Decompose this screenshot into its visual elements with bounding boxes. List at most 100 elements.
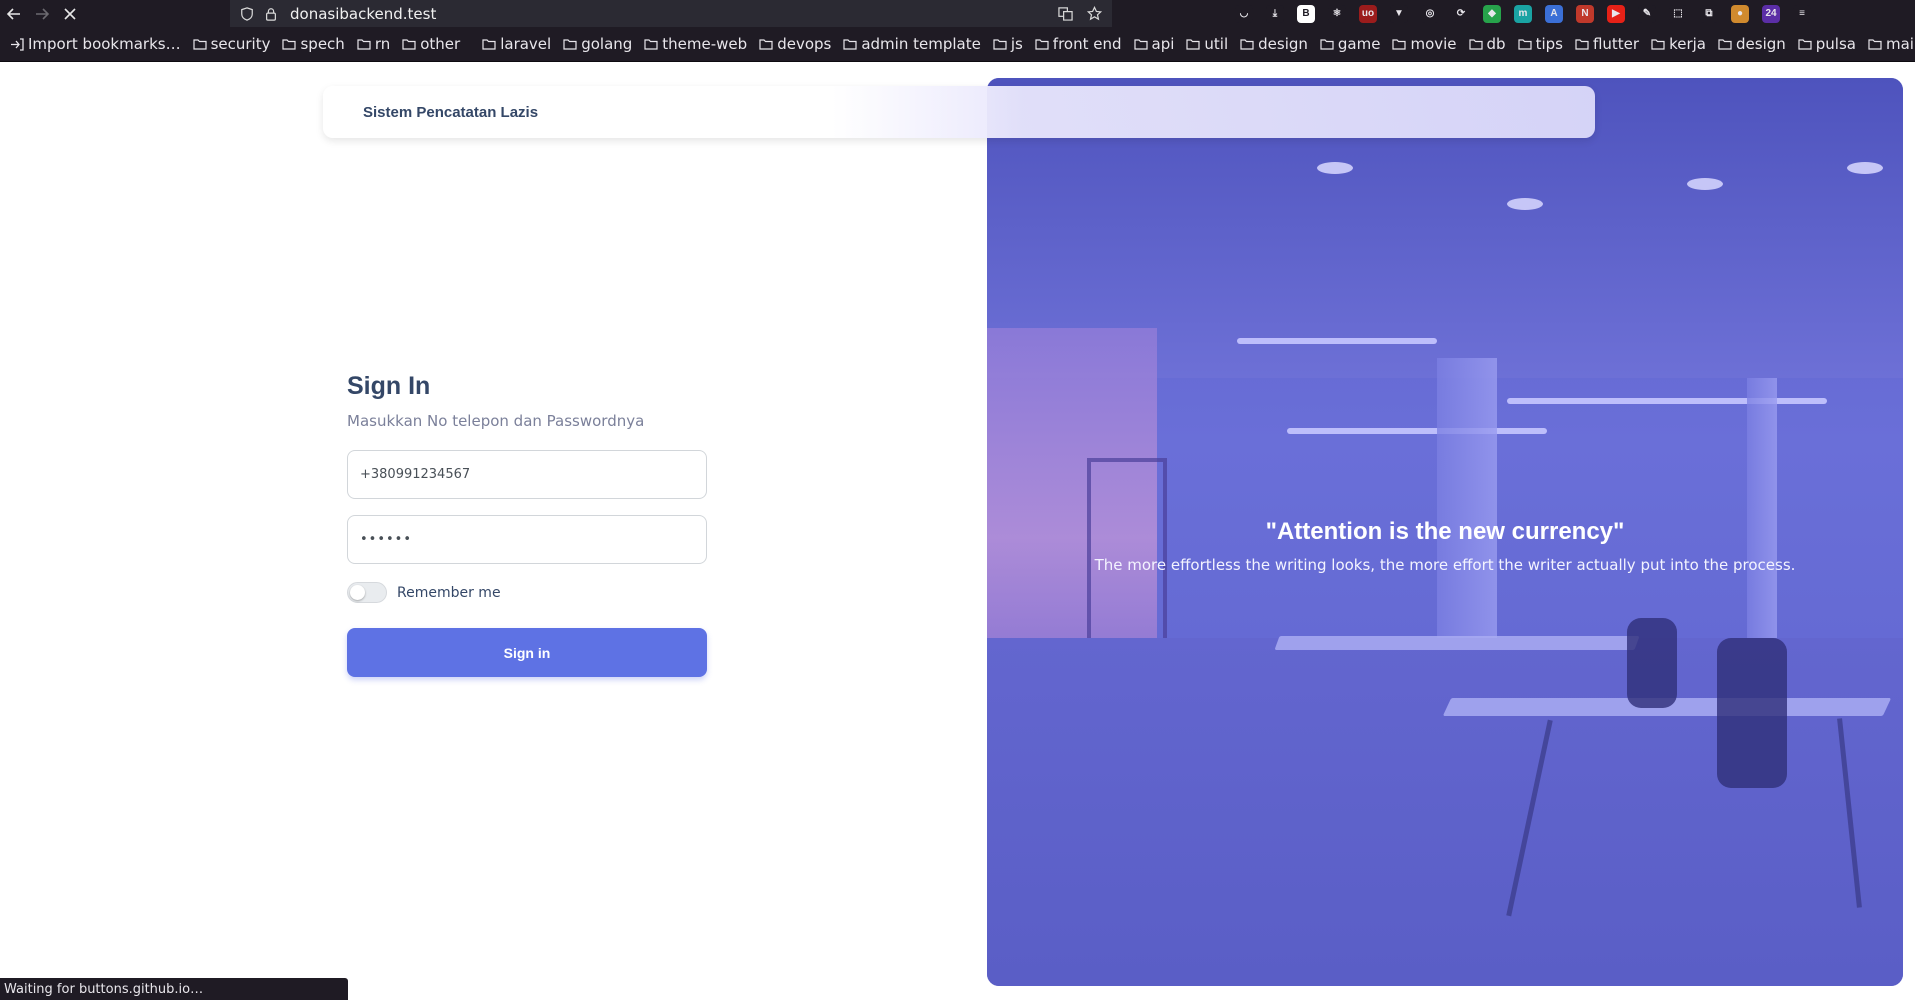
bookmark-item[interactable]: front end — [1035, 35, 1122, 53]
bookmark-item[interactable]: kerja — [1651, 35, 1706, 53]
password-input[interactable] — [347, 515, 707, 564]
forward-button[interactable] — [28, 0, 56, 27]
bookmark-label: flutter — [1592, 35, 1640, 53]
phone-input[interactable] — [347, 450, 707, 499]
ceiling-light — [1507, 398, 1827, 404]
remember-me-toggle[interactable] — [347, 582, 387, 603]
folder-icon — [1575, 38, 1589, 50]
github-icon[interactable]: ◎ — [1421, 4, 1439, 23]
star-icon[interactable] — [1087, 6, 1102, 21]
folder-icon — [1718, 38, 1732, 50]
stop-loading-button[interactable] — [56, 0, 84, 27]
bookmark-item[interactable]: util — [1186, 35, 1228, 53]
folder-icon — [993, 38, 1007, 50]
bookmark-item[interactable]: mail server — [1868, 35, 1915, 53]
bookmark-item[interactable]: api — [1133, 35, 1175, 53]
download-icon[interactable]: ⤓ — [1266, 4, 1284, 23]
remember-me-label[interactable]: Remember me — [397, 585, 501, 601]
color-picker-icon[interactable]: ◆ — [1483, 4, 1501, 23]
cookie-icon[interactable]: ● — [1731, 4, 1749, 23]
brand-title[interactable]: Sistem Pencatatan Lazis — [363, 104, 538, 121]
extensions-bar: ◡ ⤓ B ⚛ uo ▼ ◎ ⟳ ◆ m A N ▶ ✎ ⬚ ⧉ ● 24 ≡ — [1235, 0, 1811, 27]
screenshot-icon[interactable]: ⬚ — [1669, 4, 1687, 23]
sign-in-form: Sign In Masukkan No telepon dan Password… — [347, 372, 707, 677]
bookmark-item[interactable]: db — [1468, 35, 1506, 53]
bookmark-label: kerja — [1669, 35, 1707, 53]
youtube-icon[interactable]: ▶ — [1607, 4, 1625, 23]
bookmark-item[interactable]: spech — [282, 35, 345, 53]
menu-icon[interactable]: ≡ — [1793, 4, 1811, 23]
bookmark-item[interactable]: golang — [563, 35, 632, 53]
bookmark-label: rn — [374, 35, 391, 53]
folder-icon — [1320, 38, 1334, 50]
bookmark-label: devops — [777, 35, 832, 53]
bookmark-item[interactable]: laravel — [482, 35, 551, 53]
bookmark-label: laravel — [500, 35, 552, 53]
bookmark-item[interactable]: movie — [1392, 35, 1457, 53]
sync-icon[interactable]: ⟳ — [1452, 4, 1470, 23]
bookmark-item[interactable]: pulsa — [1798, 35, 1856, 53]
pocket-icon[interactable]: ◡ — [1235, 4, 1253, 23]
b-extension-icon[interactable]: B — [1297, 4, 1315, 23]
bookmark-item[interactable]: theme-web — [644, 35, 747, 53]
translate-icon[interactable] — [1058, 6, 1073, 21]
ublock-icon[interactable]: uo — [1359, 4, 1377, 23]
bookmark-item[interactable]: game — [1320, 35, 1380, 53]
ceiling-light — [1287, 428, 1547, 434]
bookmark-item[interactable]: js — [993, 35, 1023, 53]
shield-icon[interactable] — [240, 6, 254, 21]
folder-icon — [282, 38, 297, 50]
bookmark-item[interactable]: other — [402, 35, 460, 53]
folder-icon — [1798, 38, 1812, 50]
status-bar: Waiting for buttons.github.io… — [0, 978, 348, 1000]
vue-devtools-icon[interactable]: ▼ — [1390, 4, 1408, 23]
bookmark-label: util — [1204, 35, 1229, 53]
address-bar[interactable]: donasibackend.test — [230, 0, 1112, 27]
m-extension-icon[interactable]: m — [1514, 4, 1532, 23]
folder-icon — [843, 38, 857, 50]
pen-icon[interactable]: ✎ — [1638, 4, 1656, 23]
toggle-knob — [350, 585, 365, 600]
bookmark-item[interactable]: tips — [1517, 35, 1563, 53]
new-badge-icon[interactable]: N — [1576, 4, 1594, 23]
bookmark-item[interactable]: rn — [357, 35, 390, 53]
folder-icon — [1035, 38, 1049, 50]
bookmark-item[interactable]: admin template — [843, 35, 981, 53]
ceiling-lamp — [1847, 162, 1883, 174]
react-devtools-icon[interactable]: ⚛ — [1328, 4, 1346, 23]
hero-desk — [1274, 636, 1640, 650]
back-button[interactable] — [0, 0, 28, 27]
bookmark-label: mail server — [1885, 35, 1915, 53]
import-icon — [11, 37, 24, 51]
folder-icon — [192, 38, 207, 50]
browser-toolbar: donasibackend.test ◡ ⤓ B ⚛ uo ▼ ◎ ⟳ ◆ m A N ▶ ✎ ⬚ ⧉ ● 24 ≡ — [0, 0, 1915, 27]
folder-icon — [759, 38, 773, 50]
bookmark-item[interactable]: flutter — [1575, 35, 1639, 53]
bookmark-item[interactable]: security — [192, 35, 270, 53]
hero-chair — [1627, 618, 1677, 708]
folder-icon — [1186, 38, 1201, 50]
ceiling-light — [1237, 338, 1437, 344]
page-subtitle: Masukkan No telepon dan Passwordnya — [347, 412, 645, 430]
extensions-icon[interactable]: ⧉ — [1700, 4, 1718, 23]
bookmark-item[interactable]: Import bookmarks… — [10, 35, 181, 53]
page-content: Sistem Pencatatan Lazis Sign In Masukkan… — [0, 62, 1915, 1000]
bookmark-label: design — [1736, 35, 1786, 53]
bookmark-label: db — [1486, 35, 1506, 53]
bookmark-item[interactable]: design — [1240, 35, 1308, 53]
ceiling-lamp — [1687, 178, 1723, 190]
hero-description: The more effortless the writing looks, t… — [1094, 556, 1796, 574]
bookmark-label: api — [1151, 35, 1175, 53]
bookmark-label: admin template — [861, 35, 981, 53]
folder-icon — [1392, 38, 1407, 50]
bookmark-label: other — [420, 35, 461, 53]
hero-quote: "Attention is the new currency" — [1265, 518, 1625, 545]
sign-in-button[interactable]: Sign in — [347, 628, 707, 677]
bookmark-item[interactable]: devops — [759, 35, 831, 53]
url-text[interactable]: donasibackend.test — [290, 5, 436, 23]
translate-icon[interactable]: A — [1545, 4, 1563, 23]
badge-24-icon[interactable]: 24 — [1762, 4, 1780, 23]
lock-icon[interactable] — [264, 7, 278, 21]
ceiling-lamp — [1317, 162, 1353, 174]
bookmark-item[interactable]: design — [1718, 35, 1786, 53]
